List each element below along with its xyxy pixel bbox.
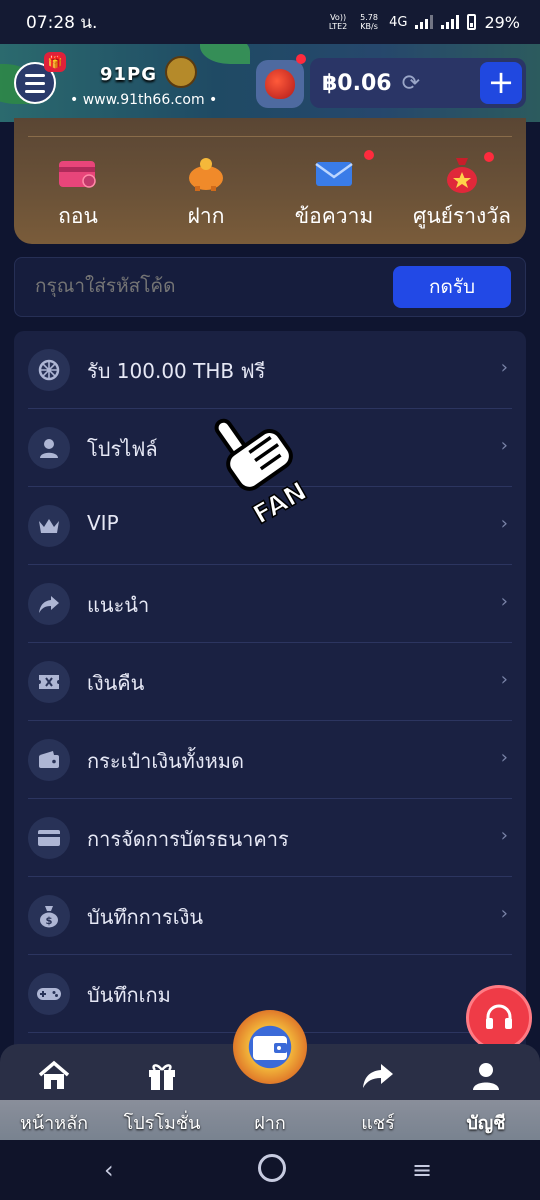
user-icon <box>28 427 70 469</box>
deposit-wallet-button[interactable] <box>233 1010 307 1084</box>
wallet-icon <box>253 1036 287 1060</box>
chevron-right-icon: › <box>500 903 508 924</box>
nav-label: โปรโมชั่น <box>123 1113 201 1134</box>
money-bag-icon: $ <box>28 895 70 937</box>
menu-item-cashback[interactable]: เงินคืน › <box>14 643 526 721</box>
redeem-code-input[interactable] <box>33 274 367 298</box>
wheel-icon <box>28 349 70 391</box>
menu-item-referral[interactable]: แนะนำ › <box>14 565 526 643</box>
chevron-right-icon: › <box>500 357 508 378</box>
recents-icon[interactable]: ≡ <box>412 1156 432 1184</box>
wallet-icon <box>28 739 70 781</box>
mascot-icon <box>165 56 197 88</box>
balance-amount: ฿0.06 <box>322 70 392 96</box>
gift-badge-icon[interactable]: 🎁 <box>44 52 66 72</box>
gift-icon <box>108 1058 216 1094</box>
card-icon <box>14 154 142 194</box>
chevron-right-icon: › <box>500 513 508 534</box>
signal-icon-2 <box>441 15 460 29</box>
chevron-right-icon: › <box>500 435 508 456</box>
nav-account[interactable]: บัญชี <box>432 1058 540 1137</box>
quick-actions-panel: ถอน ฝาก ข้อความ ศูนย์รางวัล <box>14 118 526 244</box>
system-navigation-bar: ‹ ≡ <box>0 1140 540 1200</box>
app-header: 🎁 91PG • www.91th66.com • ฿0.06 ⟳ + <box>0 44 540 122</box>
menu-item-label: บันทึกการเงิน <box>87 905 204 929</box>
menu-item-all-wallets[interactable]: กระเป๋าเงินทั้งหมด › <box>14 721 526 799</box>
headset-icon <box>486 1004 512 1029</box>
rewards-center-button[interactable]: ศูนย์รางวัล <box>398 152 526 233</box>
share-icon <box>324 1058 432 1094</box>
piggy-bank-icon <box>142 154 270 194</box>
palm-leaf-decoration <box>200 44 250 64</box>
site-url: • www.91th66.com • <box>70 92 218 108</box>
customer-support-button[interactable] <box>466 985 532 1051</box>
quick-action-label: ฝาก <box>187 204 225 228</box>
home-icon <box>0 1058 108 1094</box>
notification-dot <box>296 54 306 64</box>
fan-hand-overlay: FAN <box>212 396 322 531</box>
bank-card-icon <box>28 817 70 859</box>
menu-item-label: รับ 100.00 THB ฟรี <box>87 359 266 383</box>
menu-item-financial-records[interactable]: $ บันทึกการเงิน › <box>14 877 526 955</box>
menu-item-label: เงินคืน <box>87 671 145 695</box>
gamepad-icon <box>28 973 70 1015</box>
quick-action-label: ศูนย์รางวัล <box>413 204 511 228</box>
nav-label: หน้าหลัก <box>19 1113 89 1134</box>
nav-home[interactable]: หน้าหลัก <box>0 1058 108 1137</box>
deposit-plus-button[interactable]: + <box>480 62 522 104</box>
nav-share[interactable]: แชร์ <box>324 1058 432 1137</box>
lucky-bag-button[interactable] <box>256 60 304 108</box>
redeem-code-box: กดรับ <box>14 257 526 317</box>
nav-label: แชร์ <box>361 1113 395 1134</box>
network-type: 4G <box>389 14 408 30</box>
messages-button[interactable]: ข้อความ <box>270 150 398 233</box>
redeem-button[interactable]: กดรับ <box>393 266 511 308</box>
share-icon <box>28 583 70 625</box>
chevron-right-icon: › <box>500 825 508 846</box>
volte-indicator: Vo)) LTE2 <box>328 13 348 31</box>
menu-item-label: VIP <box>87 511 119 535</box>
chevron-right-icon: › <box>500 747 508 768</box>
battery-icon <box>467 14 477 30</box>
balance-box: ฿0.06 ⟳ + <box>310 58 526 108</box>
network-speed: 5.78 KB/s <box>360 13 378 31</box>
battery-level: 29% <box>484 12 520 32</box>
lucky-bag-icon <box>265 69 295 99</box>
unread-dot <box>364 150 374 160</box>
profile-icon <box>432 1058 540 1094</box>
site-logo: 91PG <box>100 64 158 85</box>
refresh-icon[interactable]: ⟳ <box>402 71 420 96</box>
menu-item-bank-cards[interactable]: การจัดการบัตรธนาคาร › <box>14 799 526 877</box>
signal-icon <box>415 15 434 29</box>
prize-bag-icon <box>398 152 526 194</box>
nav-label: บัญชี <box>466 1113 506 1134</box>
menu-item-label: บันทึกเกม <box>87 983 171 1007</box>
quick-action-label: ข้อความ <box>294 204 374 228</box>
menu-item-label: การจัดการบัตรธนาคาร <box>87 827 289 851</box>
chevron-right-icon: › <box>500 669 508 690</box>
mail-icon <box>270 150 398 194</box>
nav-label: ฝาก <box>254 1113 286 1134</box>
status-bar: 07:28 น. Vo)) LTE2 5.78 KB/s 4G 29% <box>0 0 540 44</box>
divider <box>28 136 512 137</box>
back-icon[interactable]: ‹ <box>104 1156 114 1184</box>
withdraw-button[interactable]: ถอน <box>14 154 142 233</box>
ticket-icon <box>28 661 70 703</box>
chevron-right-icon: › <box>500 591 508 612</box>
status-time: 07:28 น. <box>26 12 98 33</box>
menu-item-label: แนะนำ <box>87 593 150 617</box>
home-circle-icon[interactable] <box>258 1154 286 1182</box>
status-icons: Vo)) LTE2 5.78 KB/s 4G 29% <box>327 13 520 32</box>
unread-dot <box>484 152 494 162</box>
menu-item-label: โปรไฟล์ <box>87 437 158 461</box>
menu-item-label: กระเป๋าเงินทั้งหมด <box>87 749 244 773</box>
deposit-button[interactable]: ฝาก <box>142 154 270 233</box>
nav-promotions[interactable]: โปรโมชั่น <box>108 1058 216 1137</box>
crown-icon <box>28 505 70 547</box>
svg-text:$: $ <box>46 916 53 927</box>
quick-action-label: ถอน <box>58 204 98 228</box>
